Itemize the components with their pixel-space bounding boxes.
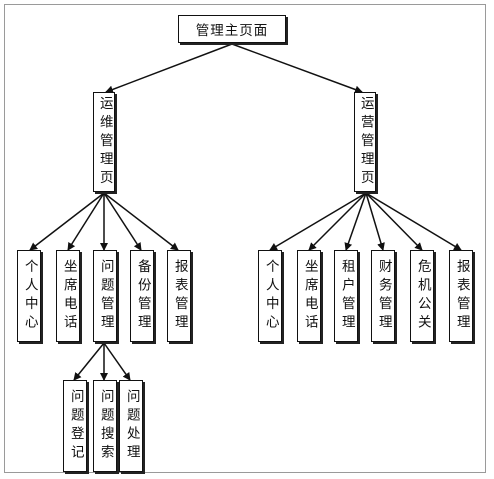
ops-child-report-management: 报表管理: [167, 250, 191, 342]
edge-ops-child-4: [103, 192, 142, 251]
biz-child-personal-center: 个人中心: [258, 250, 282, 342]
ops-child-issue-management: 问题管理: [93, 250, 117, 342]
edge-ops-child-5: [103, 192, 179, 251]
edge-ops-child-2: [67, 192, 105, 251]
edge-ops-child-1: [29, 192, 105, 251]
edge-biz-child-3: [344, 192, 367, 251]
biz-child-crisis-pr: 危机公关: [410, 250, 434, 342]
edge-root-biz: [231, 43, 363, 94]
ops-node: 运维管理页: [93, 92, 115, 192]
issue-child-handle: 问题处理: [119, 380, 143, 472]
ops-child-agent-phone: 坐席电话: [56, 250, 80, 342]
root-node: 管理主页面: [178, 15, 286, 43]
biz-child-agent-phone: 坐席电话: [297, 250, 321, 342]
ops-child-backup-management: 备份管理: [130, 250, 154, 342]
edge-issue-child-3: [103, 342, 131, 381]
edge-root-ops: [105, 43, 233, 94]
biz-child-report-management: 报表管理: [449, 250, 473, 342]
biz-node: 运营管理页: [354, 92, 376, 192]
issue-child-register: 问题登记: [63, 380, 87, 472]
issue-child-search: 问题搜索: [93, 380, 117, 472]
biz-child-finance-management: 财务管理: [371, 250, 395, 342]
edge-issue-child-1: [73, 342, 105, 381]
ops-child-personal-center: 个人中心: [17, 250, 41, 342]
biz-child-tenant-management: 租户管理: [334, 250, 358, 342]
